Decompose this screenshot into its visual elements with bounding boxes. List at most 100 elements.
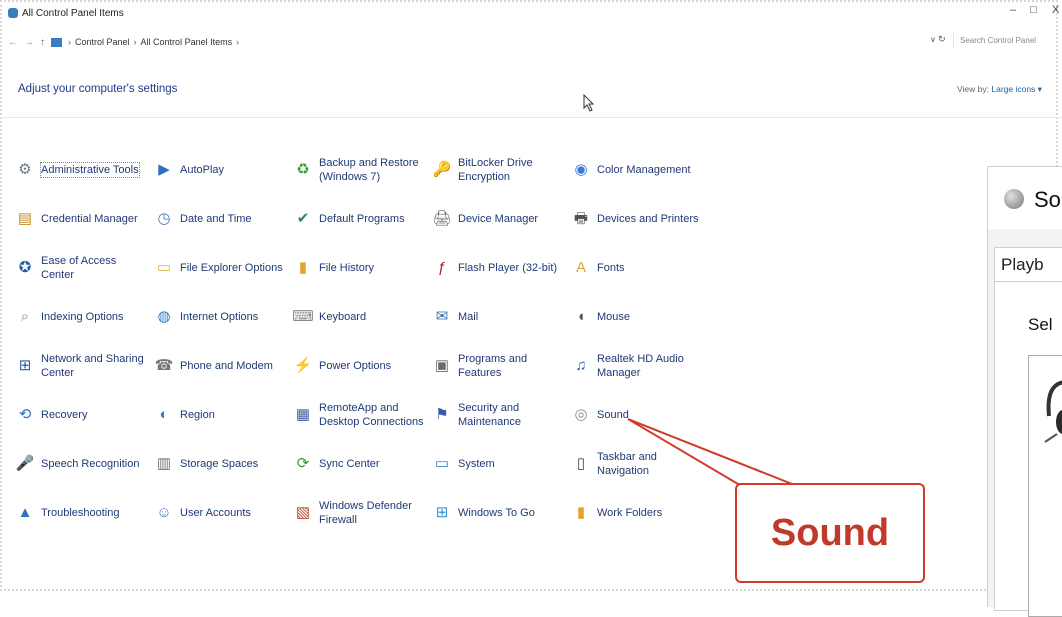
autoplay-icon: ▶: [158, 161, 170, 179]
bitlocker-icon: 🔑: [432, 161, 452, 179]
tab-playback[interactable]: Playb: [994, 247, 1062, 281]
control-panel-item[interactable]: ▶ AutoPlay: [155, 146, 294, 195]
control-panel-item-label: Programs and Features: [458, 353, 528, 379]
forward-button[interactable]: →: [24, 37, 34, 48]
programs-features-icon: ▣: [434, 357, 450, 374]
control-panel-item-label: Internet Options: [180, 311, 259, 324]
view-by-label: View by:: [957, 84, 989, 94]
fonts-icon: A: [575, 259, 586, 277]
control-panel-item-label: System: [458, 457, 495, 470]
headset-icon: [1044, 380, 1062, 443]
control-panel-item-label: File History: [319, 262, 375, 275]
control-panel-item[interactable]: ◐ Region: [155, 390, 294, 439]
control-panel-item[interactable]: ✔ Default Programs: [294, 195, 433, 244]
breadcrumb-all-items[interactable]: All Control Panel Items: [141, 37, 233, 47]
control-panel-item[interactable]: ▣ Programs and Features: [433, 342, 572, 391]
control-panel-item[interactable]: ▯ Taskbar and Navigation: [572, 439, 722, 488]
control-panel-item[interactable]: ⌨ Keyboard: [292, 293, 433, 342]
control-panel-item[interactable]: ☺ User Accounts: [155, 488, 294, 537]
device-manager-icon: 🖨: [432, 210, 452, 228]
search-input[interactable]: Search Control Panel: [953, 33, 1062, 49]
view-by-dropdown[interactable]: Large icons ▾: [991, 84, 1042, 94]
control-panel-item[interactable]: ☎ Phone and Modem: [155, 342, 294, 391]
windows-to-go-icon: ⊞: [435, 503, 449, 521]
control-panel-item[interactable]: ⚡ Power Options: [294, 342, 433, 391]
control-panel-item[interactable]: ◉ Color Management: [572, 146, 722, 195]
control-panel-item[interactable]: ▥ Storage Spaces: [155, 439, 294, 488]
control-panel-item[interactable]: ƒ Flash Player (32-bit): [433, 244, 572, 293]
devices-printers-icon: 🖶: [573, 210, 589, 228]
address-bar: ← → ↑ › Control Panel › All Control Pane…: [8, 36, 240, 48]
security-maintenance-icon: ⚑: [435, 405, 449, 423]
system-icon: ▭: [434, 454, 450, 472]
playback-device-list[interactable]: [1028, 355, 1062, 617]
control-panel-item[interactable]: ▮ Work Folders: [572, 488, 722, 537]
control-panel-item[interactable]: ▧ Windows Defender Firewall: [294, 488, 433, 537]
mouse-icon: ◖: [576, 308, 586, 326]
view-by-control[interactable]: View by: Large icons ▾: [957, 84, 1042, 95]
date-time-icon: ◷: [157, 210, 171, 228]
control-panel-item[interactable]: ▮ File History: [294, 244, 433, 293]
control-panel-item-label: Mouse: [597, 311, 631, 324]
control-panel-item[interactable]: ✪ Ease of Access Center: [16, 244, 155, 293]
control-panel-item[interactable]: 🎤 Speech Recognition: [16, 439, 155, 488]
work-folders-icon: ▮: [576, 503, 586, 521]
control-panel-item-label: Work Folders: [597, 506, 663, 519]
callout-text: Sound: [770, 511, 890, 554]
control-panel-item-label: Troubleshooting: [41, 506, 120, 519]
close-button[interactable]: X: [1052, 4, 1059, 16]
control-panel-item[interactable]: ⟲ Recovery: [16, 390, 155, 439]
user-accounts-icon: ☺: [156, 503, 172, 521]
storage-spaces-icon: ▥: [156, 454, 172, 472]
control-panel-item[interactable]: ◷ Date and Time: [155, 195, 294, 244]
control-panel-item[interactable]: A Fonts: [572, 244, 722, 293]
control-panel-item[interactable]: ▭ File Explorer Options: [155, 244, 294, 293]
default-programs-icon: ✔: [296, 210, 310, 228]
control-panel-item-label: Storage Spaces: [180, 457, 259, 470]
control-panel-item[interactable]: ▭ System: [433, 439, 572, 488]
control-panel-item-label: Color Management: [597, 164, 691, 177]
window-title: All Control Panel Items: [22, 7, 124, 19]
control-panel-item[interactable]: 🔑 BitLocker Drive Encryption: [433, 146, 572, 195]
sound-dialog-header: So: [988, 167, 1062, 229]
minimize-button[interactable]: –: [1010, 4, 1016, 16]
maximize-button[interactable]: □: [1030, 4, 1037, 16]
control-panel-item[interactable]: ✉ Mail: [433, 293, 572, 342]
control-panel-item-label: Default Programs: [319, 213, 405, 226]
control-panel-item[interactable]: ⟳ Sync Center: [294, 439, 433, 488]
control-panel-item-label: Backup and Restore (Windows 7): [319, 157, 419, 184]
control-panel-item[interactable]: ♫ Realtek HD Audio Manager: [572, 342, 722, 391]
control-panel-item[interactable]: ◖ Mouse: [572, 293, 722, 342]
refresh-button[interactable]: ∨ ↻: [930, 34, 946, 45]
taskbar-navigation-icon: ▯: [576, 454, 586, 472]
control-panel-item[interactable]: 🖨 Device Manager: [432, 195, 572, 244]
control-panel-item[interactable]: ⚙ Administrative Tools: [16, 146, 155, 195]
flash-player-icon: ƒ: [437, 259, 447, 277]
control-panel-item-label: Sync Center: [319, 457, 380, 470]
title-bar: All Control Panel Items: [8, 6, 124, 20]
control-panel-item-label: Date and Time: [180, 213, 252, 226]
breadcrumb-control-panel[interactable]: Control Panel: [75, 37, 130, 47]
control-panel-item[interactable]: ♻ Backup and Restore (Windows 7): [294, 146, 433, 195]
control-panel-item[interactable]: ◍ Internet Options: [155, 293, 294, 342]
control-panel-item[interactable]: ⌕ Indexing Options: [16, 293, 155, 342]
control-panel-icon: [8, 8, 18, 18]
control-panel-item[interactable]: 🖶 Devices and Printers: [572, 195, 722, 244]
control-panel-item[interactable]: ⊞ Network and Sharing Center: [16, 342, 155, 391]
back-button[interactable]: ←: [8, 37, 18, 48]
control-panel-item-label: BitLocker Drive Encryption: [458, 157, 533, 184]
control-panel-item-label: Mail: [458, 311, 479, 324]
control-panel-item[interactable]: ▤ Credential Manager: [16, 195, 155, 244]
control-panel-item[interactable]: ⊞ Windows To Go: [433, 488, 572, 537]
up-button[interactable]: ↑: [40, 37, 45, 48]
control-panel-item-label: Windows To Go: [458, 506, 535, 519]
control-panel-item[interactable]: ◎ Sound: [572, 390, 722, 439]
control-panel-item-label: Security and Maintenance: [458, 401, 521, 428]
control-panel-item[interactable]: ⚑ Security and Maintenance: [433, 390, 572, 439]
control-panel-item[interactable]: ▦ RemoteApp and Desktop Connections: [294, 390, 433, 439]
control-panel-item[interactable]: ▲ Troubleshooting: [16, 488, 155, 537]
realtek-audio-icon: ♫: [575, 357, 587, 374]
mouse-cursor-icon: [583, 94, 595, 112]
speaker-icon: [1004, 189, 1024, 209]
divider: [0, 117, 1062, 118]
